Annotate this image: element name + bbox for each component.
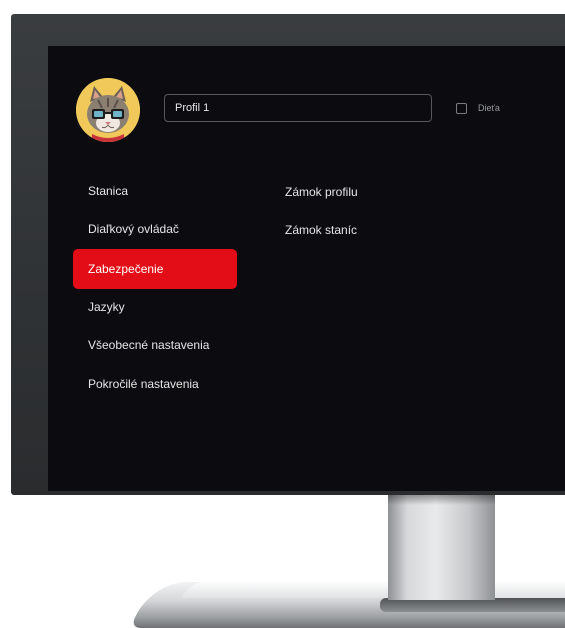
monitor-bezel: Profil 1 Dieťa Stanica Diaľkový ovládač … bbox=[11, 14, 565, 495]
monitor-scene: Profil 1 Dieťa Stanica Diaľkový ovládač … bbox=[0, 0, 565, 628]
submenu-item-zamok-profilu[interactable]: Zámok profilu bbox=[285, 184, 358, 200]
menu-item-jazyky[interactable]: Jazyky bbox=[73, 288, 237, 326]
submenu-item-zamok-stanic[interactable]: Zámok staníc bbox=[285, 222, 357, 238]
menu-item-pokrocile-nastavenia[interactable]: Pokročilé nastavenia bbox=[73, 365, 237, 403]
monitor-stand-neck-shadow bbox=[388, 495, 495, 505]
menu-item-zabezpecenie[interactable]: Zabezpečenie bbox=[73, 249, 237, 289]
profile-name-input[interactable]: Profil 1 bbox=[164, 94, 432, 122]
menu-item-stanica[interactable]: Stanica bbox=[73, 172, 237, 210]
menu-item-vseobecne-nastavenia[interactable]: Všeobecné nastavenia bbox=[73, 326, 237, 364]
child-checkbox-label: Dieťa bbox=[478, 103, 500, 113]
menu-item-dialkovy-ovladac[interactable]: Diaľkový ovládač bbox=[73, 210, 237, 248]
monitor-stand-neck bbox=[388, 495, 495, 600]
monitor-stand-base-shadow bbox=[380, 598, 565, 612]
cat-face-icon bbox=[76, 78, 140, 142]
settings-screen: Profil 1 Dieťa Stanica Diaľkový ovládač … bbox=[48, 46, 565, 491]
cat-avatar-icon[interactable] bbox=[76, 78, 140, 142]
child-checkbox[interactable] bbox=[456, 103, 467, 114]
monitor-stand-base-highlight bbox=[181, 582, 565, 598]
